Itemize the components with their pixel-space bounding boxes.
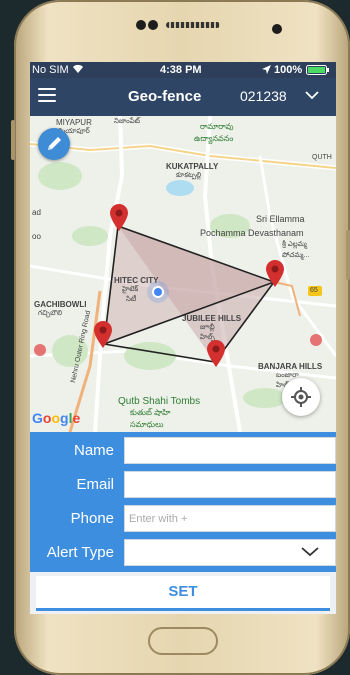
power-button [346,230,350,280]
crosshair-icon [291,387,311,407]
map-label: BANJARA HILLS [258,362,323,371]
email-label: Email [76,476,114,493]
email-row: Email [30,468,336,501]
current-location-dot-icon [152,286,164,298]
sensor-icon [136,20,146,30]
chevron-down-icon[interactable] [300,545,320,564]
map-label: JUBILEE HILLS [182,314,242,323]
page-title: Geo-fence [128,88,202,105]
battery-text: 100% [274,64,303,76]
map-label: Sri Ellamma [256,214,305,224]
home-button[interactable] [148,627,218,655]
alert-type-row: Alert Type [30,536,336,569]
name-label: Name [73,442,114,459]
map-label: ఉద్యానవనం [194,134,234,143]
top-sensors [124,18,244,32]
nav-bar: Geo-fence 021238 [30,78,336,116]
map-label: GACHIBOWLI [34,300,87,309]
phone-label: Phone [70,510,114,527]
status-bar: No SIM 4:38 PM 100% [30,62,336,78]
map-view[interactable]: MIYAPUR మియాపూర్ నిజాంపేట్ రామారావు ఉద్య… [30,116,336,432]
map-label: QUTH [312,154,332,161]
map-label: oo [32,232,41,241]
email-input[interactable] [124,471,336,498]
map-label: శ్రీ ఎల్లమ్మ [282,241,307,248]
speaker-grille [166,22,220,28]
map-label: సిటీ [126,296,137,303]
map-label: ad [32,208,41,217]
device-id[interactable]: 021238 [240,88,287,104]
time-text: 4:38 PM [160,64,202,76]
chevron-down-icon[interactable] [304,87,320,108]
phone-row: Phone Enter with + [30,502,336,535]
carrier-text: No SIM [32,64,69,76]
map-label: కూకట్పల్లి [176,172,202,179]
map-label: Qutb Shahi Tombs [118,396,201,407]
alert-type-label: Alert Type [46,544,114,561]
name-row: Name [30,434,336,467]
pencil-icon [48,137,61,150]
sensor-icon [148,20,158,30]
map-label: సమాధులు [130,420,164,429]
map-label: HITEC CITY [114,276,159,285]
edit-button[interactable] [38,128,70,160]
set-bar: SET [30,572,336,614]
wifi-icon [72,63,84,77]
menu-icon[interactable] [38,88,56,102]
map-label: MIYAPUR [56,118,92,127]
app-screen: No SIM 4:38 PM 100% Geo-fence 021238 MIY… [30,62,336,614]
front-camera-icon [272,24,282,34]
map-label: పోచమ్మ... [282,252,310,259]
battery-icon [306,65,330,78]
name-input[interactable] [124,437,336,464]
set-button[interactable]: SET [36,576,330,611]
map-label: గచ్చిబౌలి [38,310,63,317]
map-label: Pochamma Devasthanam [200,228,304,238]
map-label: రామారావు [200,122,234,131]
phone-input[interactable]: Enter with + [124,505,336,532]
map-label: నిజాంపేట్ [114,118,141,125]
map-label: హైటెక్ [122,286,139,293]
my-location-button[interactable] [282,378,320,416]
geofence-form: Name Email Phone Enter with + Alert Type [30,432,336,572]
map-label: జూబ్లీ [200,324,215,331]
map-label: KUKATPALLY [166,162,219,171]
volume-button [11,120,15,160]
map-label: కుతుబ్ షాహి [130,408,171,417]
google-logo: Google [32,410,81,426]
road-shield-label: 65 [310,287,318,294]
location-arrow-icon [262,65,271,77]
